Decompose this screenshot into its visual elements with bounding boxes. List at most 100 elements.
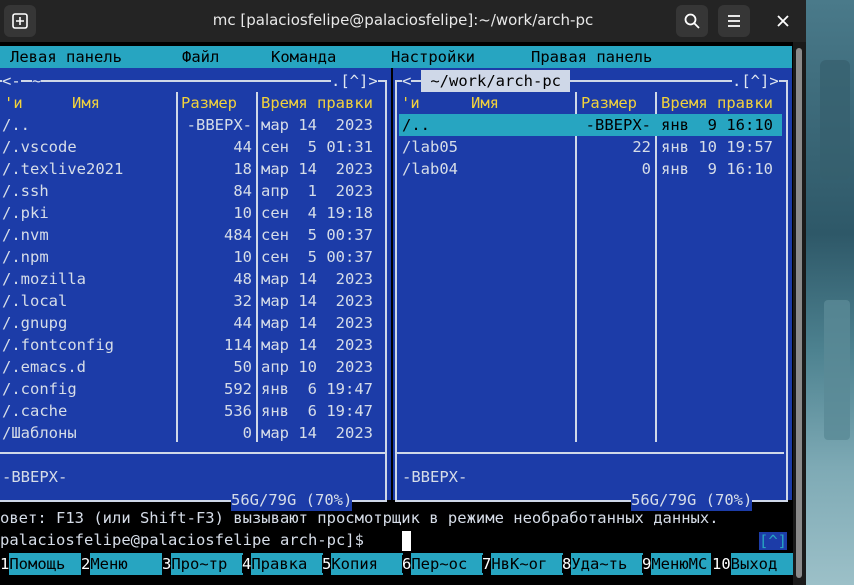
file-mtime: янв 10 19:57 <box>661 138 773 156</box>
right-header-name[interactable]: Имя <box>471 92 499 114</box>
mc-menubar: Левая панель Файл Команда Настройки Прав… <box>0 46 792 68</box>
right-panel[interactable]: < ~/work/arch-pc .[^]> 'и Имя Размер Вре… <box>393 68 792 511</box>
file-size: 44 <box>233 314 252 332</box>
file-size: 0 <box>242 424 252 442</box>
file-size: 484 <box>224 226 252 244</box>
function-key-bar: 1Помощь 2Меню 3Про~тр 4Правка 5Копия 6Пе… <box>0 553 793 575</box>
fkey-1-help[interactable]: 1Помощь <box>0 553 82 575</box>
file-mtime: сен 5 00:37 <box>261 248 373 266</box>
file-size: -ВВЕРХ- <box>186 116 252 134</box>
file-name: /.vscode <box>2 138 77 156</box>
file-size: 84 <box>233 182 252 200</box>
file-name: /.local <box>2 292 68 310</box>
left-panel-disk: 56G/79G (70%) <box>231 489 353 511</box>
left-panel-history-button[interactable]: .[^]> <box>331 70 378 92</box>
left-panel-corner[interactable]: <- <box>2 70 21 92</box>
right-panel-status: -ВВЕРХ- <box>402 468 468 486</box>
file-mtime: янв 6 19:47 <box>261 380 373 398</box>
file-mtime: янв 6 19:47 <box>261 402 373 420</box>
scrollbar-thumb[interactable] <box>796 48 802 578</box>
fkey-5-copy[interactable]: 5Копия <box>322 553 404 575</box>
file-mtime: сен 4 19:18 <box>261 204 373 222</box>
right-panel-history-button[interactable]: .[^]> <box>732 70 779 92</box>
left-panel-path: ~ <box>32 70 42 92</box>
search-icon <box>684 13 700 29</box>
menu-right-panel[interactable]: Правая панель <box>531 48 652 66</box>
file-mtime: сен 5 00:37 <box>261 226 373 244</box>
file-size: 10 <box>233 248 252 266</box>
left-panel[interactable]: <- ~ .[^]> 'и Имя Размер Время правки /.… <box>0 68 391 511</box>
file-mtime: мар 14 2023 <box>261 314 373 332</box>
right-panel-corner[interactable]: < <box>402 70 412 92</box>
left-header-name[interactable]: Имя <box>72 92 100 114</box>
desktop-background <box>806 0 854 585</box>
fkey-2-menu[interactable]: 2Меню <box>81 553 163 575</box>
file-name: /lab04 <box>402 160 458 178</box>
fkey-7-mkdir[interactable]: 7НвК~ог <box>482 553 564 575</box>
file-mtime: янв 9 16:10 <box>661 160 773 178</box>
window-titlebar: mc [palaciosfelipe@palaciosfelipe]:~/wor… <box>0 0 806 42</box>
file-mtime: мар 14 2023 <box>261 116 373 134</box>
file-name: /.texlive2021 <box>2 160 124 178</box>
fkey-3-view[interactable]: 3Про~тр <box>162 553 244 575</box>
file-size: 592 <box>224 380 252 398</box>
command-history-button[interactable]: [^] <box>759 532 787 550</box>
shell-prompt[interactable]: palaciosfelipe@palaciosfelipe arch-pc]$ <box>0 531 364 549</box>
file-mtime: апр 10 2023 <box>261 358 373 376</box>
file-size: 22 <box>632 138 651 156</box>
file-size: 114 <box>224 336 252 354</box>
file-name: /.. <box>402 116 430 134</box>
close-icon <box>777 15 789 27</box>
fkey-6-move[interactable]: 6Пер~ос <box>402 553 484 575</box>
menu-settings[interactable]: Настройки <box>391 48 475 66</box>
left-header-mtime[interactable]: Время правки <box>261 92 373 114</box>
file-name: /Шаблоны <box>2 424 77 442</box>
fkey-10-exit[interactable]: 10Выход <box>712 553 793 575</box>
search-button[interactable] <box>676 5 708 37</box>
menu-button[interactable] <box>718 5 750 37</box>
left-header-size[interactable]: Размер <box>181 92 237 114</box>
left-panel-status: -ВВЕРХ- <box>2 468 68 486</box>
file-size: 48 <box>233 270 252 288</box>
right-header-n: 'и <box>401 94 420 112</box>
file-name: /.. <box>2 116 30 134</box>
left-header-n: 'и <box>4 94 23 112</box>
file-size: 536 <box>224 402 252 420</box>
fkey-8-delete[interactable]: 8Уда~ть <box>562 553 644 575</box>
text-cursor <box>402 531 411 551</box>
fkey-4-edit[interactable]: 4Правка <box>242 553 324 575</box>
menu-file[interactable]: Файл <box>182 48 219 66</box>
file-mtime: янв 9 16:10 <box>661 116 773 134</box>
file-name: /.fontconfig <box>2 336 114 354</box>
menu-left-panel[interactable]: Левая панель <box>10 48 122 66</box>
menu-command[interactable]: Команда <box>271 48 336 66</box>
file-mtime: сен 5 01:31 <box>261 138 373 156</box>
file-size: 10 <box>233 204 252 222</box>
file-mtime: мар 14 2023 <box>261 336 373 354</box>
right-header-size[interactable]: Размер <box>581 92 637 114</box>
file-name: /.emacs.d <box>2 358 86 376</box>
file-mtime: мар 14 2023 <box>261 160 373 178</box>
file-mtime: мар 14 2023 <box>261 292 373 310</box>
file-name: /.nvm <box>2 226 49 244</box>
file-size: 44 <box>233 138 252 156</box>
file-mtime: мар 14 2023 <box>261 270 373 288</box>
right-header-mtime[interactable]: Время правки <box>661 92 773 114</box>
file-size: 50 <box>233 358 252 376</box>
hamburger-icon <box>728 15 740 27</box>
file-size: 0 <box>641 160 651 178</box>
close-button[interactable] <box>767 5 799 37</box>
terminal-scrollbar[interactable] <box>793 42 806 585</box>
file-size: -ВВЕРХ- <box>585 116 651 134</box>
right-panel-disk: 56G/79G (70%) <box>631 489 753 511</box>
file-size: 18 <box>233 160 252 178</box>
hint-line: овет: F13 (или Shift-F3) вызывают просмо… <box>0 509 719 527</box>
fkey-9-menumc[interactable]: 9МенюMC <box>642 553 712 575</box>
file-mtime: апр 1 2023 <box>261 182 373 200</box>
file-name: /.config <box>2 380 77 398</box>
file-name: /.ssh <box>2 182 49 200</box>
file-name: /.cache <box>2 402 68 420</box>
file-mtime: мар 14 2023 <box>261 424 373 442</box>
right-panel-path: ~/work/arch-pc <box>421 70 571 92</box>
file-name: /.gnupg <box>2 314 68 332</box>
